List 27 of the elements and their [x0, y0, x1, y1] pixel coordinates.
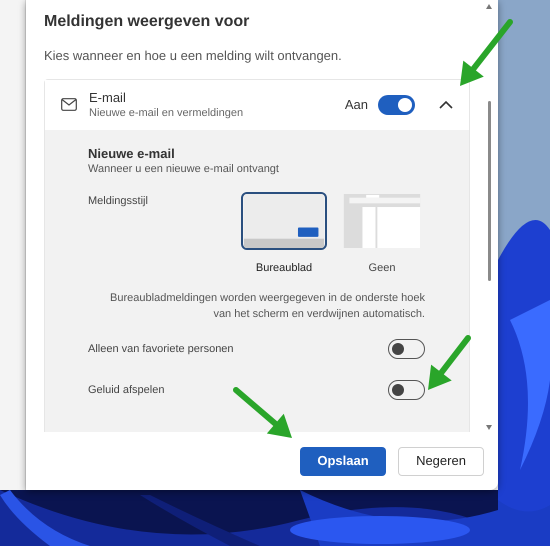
- annotation-arrow: [233, 387, 292, 438]
- style-option-label: Geen: [368, 260, 396, 276]
- toggle-label: Alleen van favoriete personen: [88, 342, 234, 357]
- annotation-arrow: [428, 335, 471, 390]
- category-title: E-mail: [89, 90, 127, 106]
- scroll-down-icon[interactable]: [486, 425, 492, 430]
- style-option-label: Bureaublad: [256, 260, 312, 276]
- dialog-title: Meldingen weergeven voor: [44, 12, 250, 32]
- toggle-switch[interactable]: [388, 339, 425, 359]
- style-description: Bureaubladmeldingen worden weergegeven in de onderste hoek van het scherm en verdwijnen automatisch.: [109, 291, 425, 322]
- section-subtitle: Wanneer u een nieuwe e-mail ontvangt: [88, 162, 280, 176]
- annotation-arrow: [460, 19, 513, 86]
- category-subtitle: Nieuwe e-mail en vermeldingen: [89, 106, 244, 120]
- dismiss-button[interactable]: Negeren: [398, 446, 484, 476]
- dialog-subtitle: Kies wanneer en hoe u een melding wilt ontvangen.: [44, 47, 343, 65]
- mail-icon: [61, 98, 77, 111]
- toggle-switch[interactable]: [388, 380, 425, 400]
- toggle-state-label: Aan: [344, 96, 368, 114]
- desktop-style-thumbnail[interactable]: [241, 192, 327, 250]
- save-button[interactable]: Opslaan: [300, 446, 386, 476]
- scroll-up-icon[interactable]: [486, 4, 492, 9]
- window-style-thumbnail[interactable]: [341, 192, 423, 250]
- chevron-up-icon: [439, 100, 453, 108]
- style-label: Meldingsstijl: [88, 194, 149, 208]
- toggle-label: Geluid afspelen: [88, 382, 164, 398]
- toggle-switch[interactable]: [378, 94, 415, 114]
- section-title: Nieuwe e-mail: [88, 146, 176, 162]
